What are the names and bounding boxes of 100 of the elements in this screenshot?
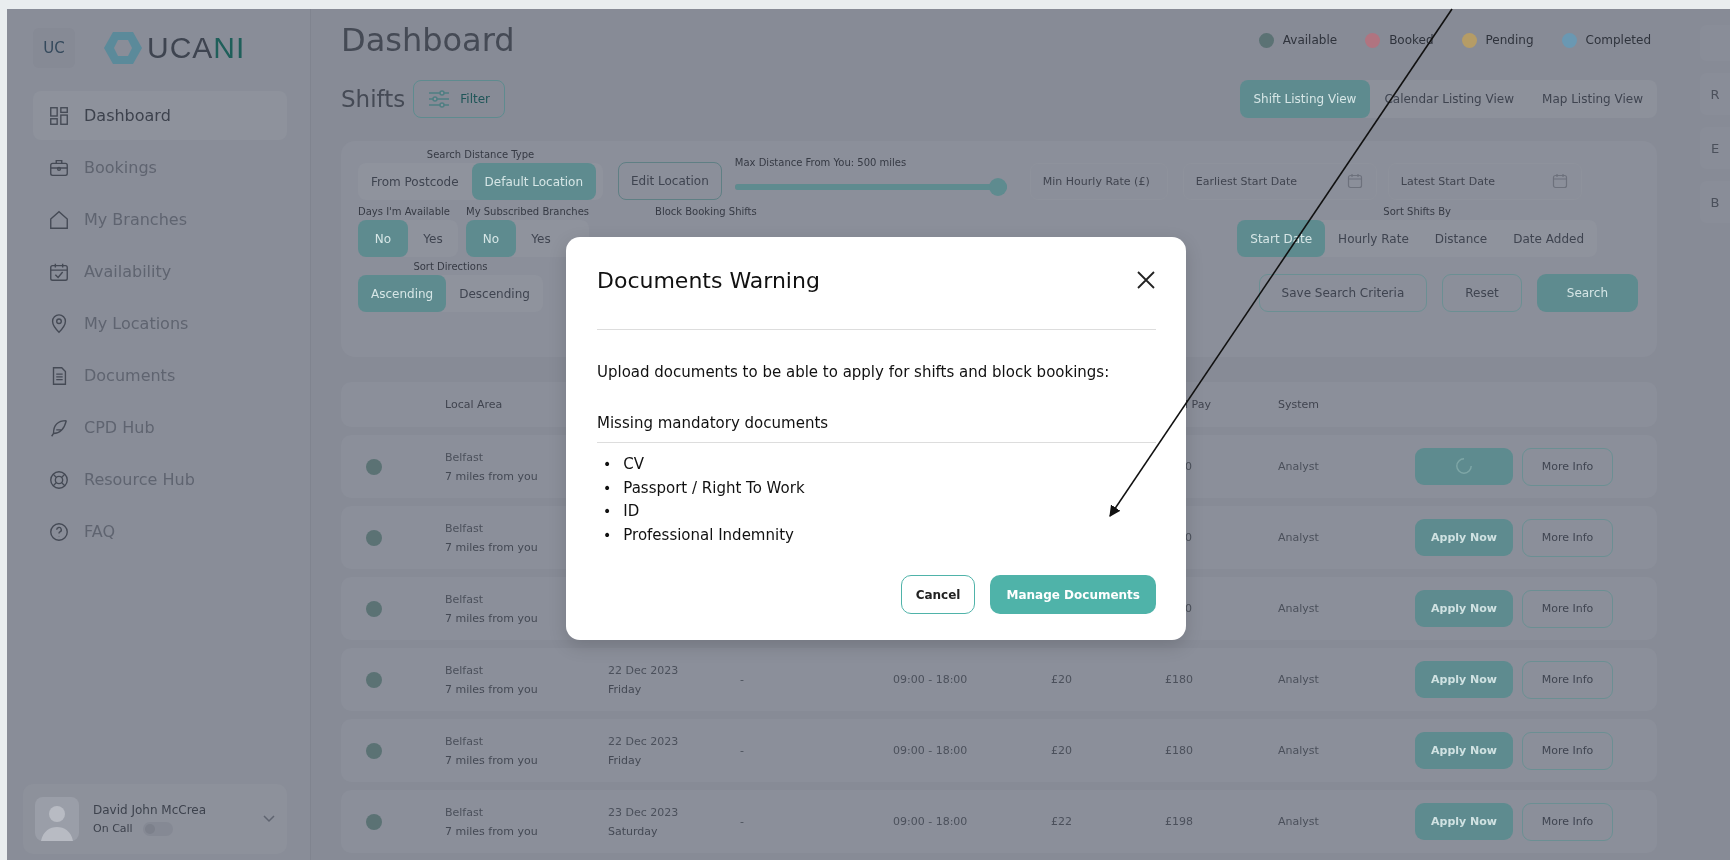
more-info-button[interactable]: More Info [1522,660,1613,699]
bullet: • [603,525,612,545]
avatar-silhouette-icon [35,797,79,841]
table-cell: Analyst [1278,815,1319,828]
table-cell-text: Belfast [445,521,485,535]
search-button[interactable]: Search [1536,274,1638,312]
segment-option[interactable]: Date Added [1500,220,1597,257]
column-header: System [1278,398,1321,411]
table-cell: Analyst [1278,531,1319,544]
table-cell: 09:00 - 18:00 [893,673,968,686]
document-item: CV [623,454,644,475]
apply-button[interactable]: Apply Now [1415,589,1513,627]
table-cell: Analyst [1278,602,1319,615]
table-cell: 0 [1185,531,1192,544]
document-item: Passport / Right To Work [623,477,805,499]
segment-option[interactable]: Yes [516,220,566,257]
table-cell: Analyst [1278,673,1319,686]
table-cell-text: 7 miles from you [445,540,539,554]
loading-button[interactable] [1415,447,1513,485]
help-icon [48,520,70,543]
dialog-title: Documents Warning [597,267,820,293]
segment-option[interactable]: No [466,220,516,257]
document-item: ID [623,501,640,522]
table-cell-text: 7 miles from you [445,469,539,483]
sliders-icon [428,90,451,108]
bullet: • [603,478,612,498]
table-cell-text: Friday [608,682,643,696]
filter-button[interactable]: Filter [413,80,505,118]
segment-option[interactable]: Distance [1421,220,1501,257]
table-cell: Analyst [1278,744,1319,757]
more-info-button[interactable]: More Info [1522,518,1613,557]
grid-icon [48,104,70,127]
dialog-message: Upload documents to be able to apply for shifts and block bookings: [597,363,1111,381]
table-cell: - [740,815,744,828]
apply-button[interactable]: Apply Now [1415,518,1513,556]
manage-documents-button[interactable]: Manage Documents [990,575,1156,614]
table-cell-text: 23 Dec 2023 [608,805,680,819]
user-name: David John McCrea [93,802,208,817]
segment-option[interactable]: No [358,220,408,257]
hexagon-logo-icon [103,30,143,66]
action-button[interactable]: Reset [1442,274,1522,312]
cancel-button[interactable]: Cancel [900,575,976,614]
apply-button[interactable]: Apply Now [1415,802,1513,840]
home-icon [48,208,70,231]
table-cell: £22 [1051,815,1072,828]
action-button[interactable]: Save Search Criteria [1258,274,1428,312]
segment-option[interactable]: Ascending [358,275,447,312]
close-icon[interactable] [1136,270,1156,290]
table-cell: - [740,744,744,757]
bullet: • [603,455,612,474]
legend-label: Available [1282,33,1338,47]
segment-option[interactable]: Yes [408,220,458,257]
legend-label: Completed [1585,33,1651,47]
legend-label: Pending [1485,33,1534,47]
table-cell-text: Friday [608,753,643,767]
view-tab[interactable]: Shift Listing View [1239,80,1371,118]
field-label: Sort Directions [412,261,489,272]
segment-option[interactable]: Default Location [471,163,596,200]
segment-option[interactable]: From Postcode [358,163,472,200]
nav-item[interactable]: Dashboard [33,91,287,140]
calendar-icon [1551,173,1568,189]
lifebuoy-icon [48,468,70,491]
table-cell: £180 [1165,744,1193,757]
apply-button[interactable]: Apply Now [1415,660,1513,698]
table-cell: £20 [1051,744,1072,757]
column-header: Local Area [444,398,504,411]
table-cell: £20 [1051,673,1072,686]
table-cell: £180 [1165,673,1193,686]
field-label: Search Distance Type [425,149,536,160]
avatar-initials: UC [33,28,75,68]
distance-slider[interactable] [734,178,1007,196]
chevron-down-icon [263,815,275,823]
table-cell-text: 7 miles from you [445,682,539,696]
field-label: My Subscribed Branches [466,206,590,217]
edit-location-button[interactable]: Edit Location [618,162,722,200]
page-title: Dashboard [341,21,515,59]
table-cell: - [740,673,744,686]
table-cell-text: 22 Dec 2023 [608,734,680,748]
table-cell-text: Belfast [445,805,485,819]
segment-option[interactable]: Descending [446,275,543,312]
more-info-button[interactable]: More Info [1522,731,1613,770]
user-card[interactable]: David John McCrea On Call [23,784,287,854]
apply-button[interactable]: Apply Now [1415,731,1513,769]
table-cell-text: Belfast [445,734,485,748]
spinner-icon [1455,457,1473,475]
more-info-button[interactable]: More Info [1522,447,1613,486]
section-title: Shifts [341,86,406,112]
more-info-button[interactable]: More Info [1522,802,1613,841]
table-cell: 09:00 - 18:00 [893,744,968,757]
more-info-button[interactable]: More Info [1522,589,1613,628]
table-cell-text: Belfast [445,450,485,464]
table-cell-text: Belfast [445,663,485,677]
table-cell-text: 7 miles from you [445,824,539,838]
section-heading: Missing mandatory documents [597,414,830,432]
document-item: Professional Indemnity [623,524,794,546]
view-tab[interactable]: Map Listing View [1528,80,1657,118]
table-cell-text: 7 miles from you [445,753,539,767]
segment-option[interactable]: Hourly Rate [1325,220,1422,257]
table-cell-text: 22 Dec 2023 [608,663,680,677]
field-label: Sort Shifts By [1382,206,1452,217]
